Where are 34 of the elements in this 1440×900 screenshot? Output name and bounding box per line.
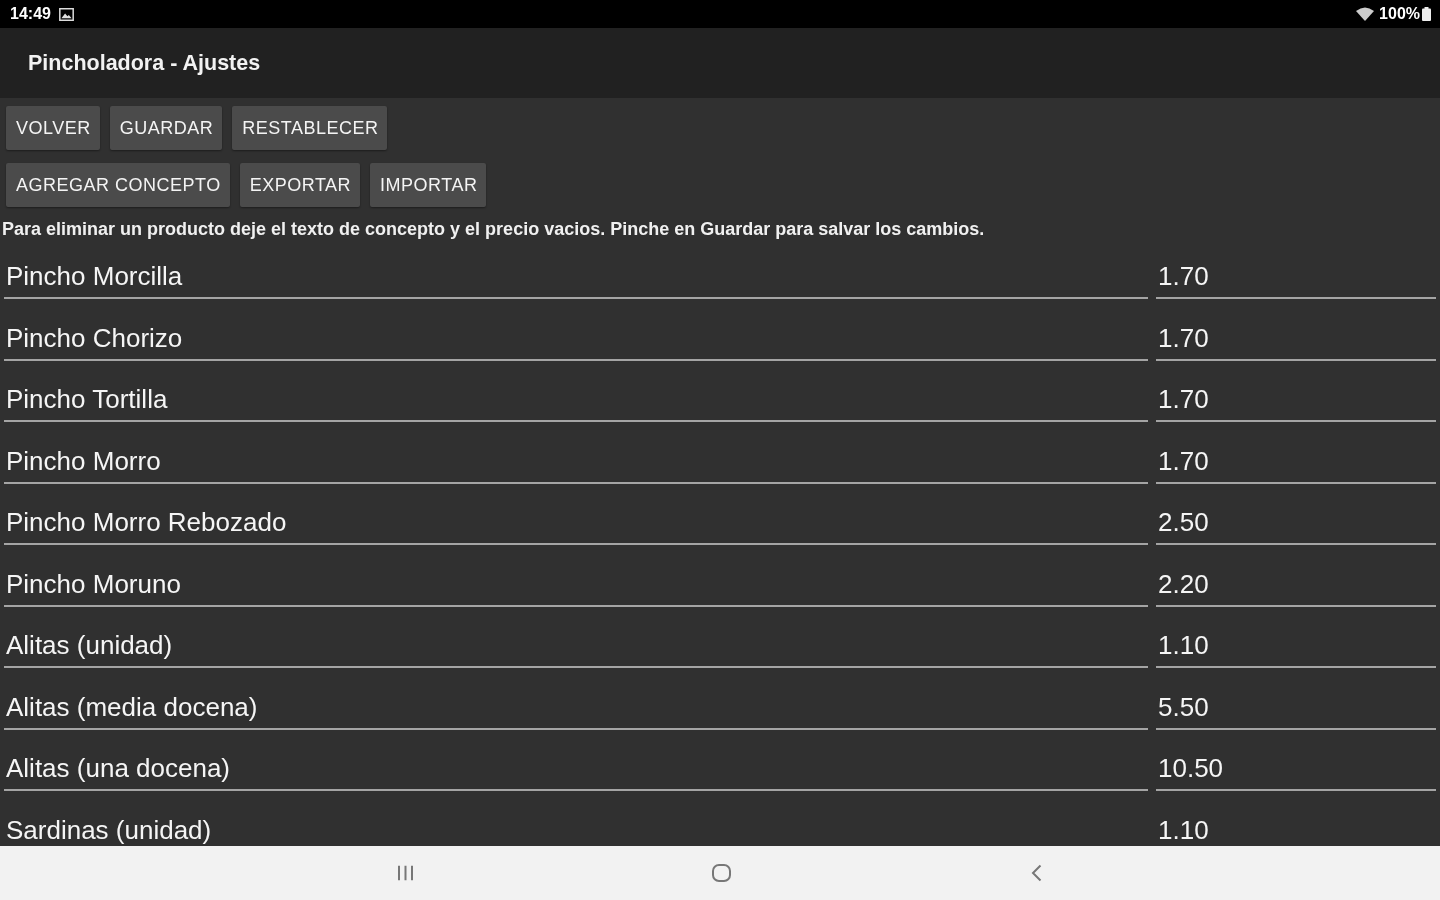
action-button[interactable]: AGREGAR CONCEPTO (6, 163, 230, 207)
price-field[interactable]: 10.50 (1156, 738, 1436, 791)
back-icon[interactable] (1031, 864, 1042, 882)
action-button[interactable]: VOLVER (6, 106, 100, 150)
concept-field[interactable]: Pincho Morro (4, 430, 1148, 484)
price-field[interactable]: 1.70 (1156, 430, 1436, 484)
instruction-text: Para eliminar un producto deje el texto de concepto y el precio vacios. Pinche en Guardar para salvar los cambios. (1, 218, 985, 240)
price-field[interactable]: 1.70 (1156, 369, 1436, 422)
recent-apps-icon[interactable] (397, 865, 414, 881)
action-button[interactable]: EXPORTAR (239, 163, 361, 207)
price-field[interactable]: 5.50 (1156, 676, 1436, 730)
concept-field[interactable]: Pincho Morcilla (4, 246, 1148, 299)
app-title: Pincholadora - Ajustes (28, 50, 261, 76)
concept-field[interactable]: Pincho Tortilla (4, 369, 1148, 422)
concept-field[interactable]: Pincho Moruno (4, 553, 1148, 607)
action-button[interactable]: IMPORTAR (370, 163, 487, 207)
battery-icon (1422, 7, 1431, 21)
action-button[interactable]: RESTABLECER (232, 106, 388, 150)
action-button[interactable]: GUARDAR (109, 106, 223, 150)
price-field[interactable]: 1.70 (1156, 246, 1436, 299)
price-field[interactable]: 1.10 (1156, 615, 1436, 668)
price-field[interactable]: 2.20 (1156, 553, 1436, 607)
battery-percent: 100% (1379, 5, 1420, 23)
wifi-icon (1356, 7, 1375, 21)
price-field[interactable]: 2.50 (1156, 492, 1436, 545)
home-icon[interactable] (712, 864, 731, 882)
concept-field[interactable]: Alitas (una docena) (4, 738, 1148, 791)
image-icon (58, 7, 74, 21)
concept-field[interactable]: Alitas (unidad) (4, 615, 1148, 668)
concept-field[interactable]: Pincho Chorizo (4, 307, 1148, 361)
concept-field[interactable]: Alitas (media docena) (4, 676, 1148, 730)
price-field[interactable]: 1.70 (1156, 307, 1436, 361)
concept-field[interactable]: Pincho Morro Rebozado (4, 492, 1148, 545)
clock-time: 14:49 (10, 5, 51, 23)
